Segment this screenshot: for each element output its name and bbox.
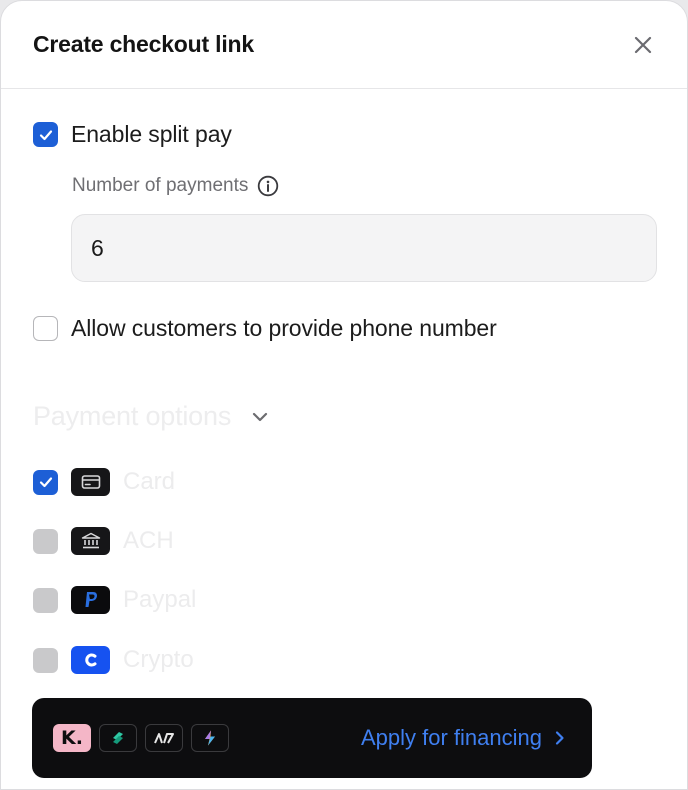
chevron-right-icon xyxy=(554,730,566,746)
payments-count-input[interactable] xyxy=(71,214,657,282)
payments-count-label: Number of payments xyxy=(72,175,249,196)
payment-option-crypto[interactable]: Crypto xyxy=(33,646,194,674)
partner-logo-4 xyxy=(191,724,229,752)
modal-title: Create checkout link xyxy=(33,31,254,57)
apply-financing-label: Apply for financing xyxy=(361,725,542,750)
paypal-checkbox[interactable] xyxy=(33,587,58,613)
split-pay-option[interactable]: Enable split pay xyxy=(33,121,232,148)
close-icon xyxy=(634,36,652,53)
check-icon xyxy=(39,129,52,140)
phone-checkbox[interactable] xyxy=(33,316,58,341)
chevron-down-icon[interactable] xyxy=(251,408,269,426)
partner-logo-3 xyxy=(145,724,183,752)
phone-label: Allow customers to provide phone number xyxy=(71,315,497,341)
payment-option-paypal[interactable]: Paypal xyxy=(33,586,196,614)
paypal-label: Paypal xyxy=(123,586,197,613)
payment-options-title: Payment options xyxy=(33,401,232,431)
checkout-link-modal: Create checkout link Enable split pay Nu… xyxy=(0,0,688,790)
card-checkbox[interactable] xyxy=(33,469,58,495)
modal-header: Create checkout link xyxy=(1,1,687,89)
payment-option-card[interactable]: Card xyxy=(33,468,175,496)
payment-options-header[interactable]: Payment options xyxy=(33,401,269,432)
check-icon xyxy=(39,477,52,488)
financing-banner: K. Apply for financing xyxy=(32,698,592,778)
paypal-icon xyxy=(71,586,110,614)
split-pay-label: Enable split pay xyxy=(71,121,232,147)
card-icon xyxy=(71,468,110,496)
phone-option[interactable]: Allow customers to provide phone number xyxy=(33,315,497,342)
apply-financing-link[interactable]: Apply for financing xyxy=(361,725,566,751)
payment-option-ach[interactable]: ACH xyxy=(33,527,174,555)
klarna-logo: K. xyxy=(53,724,91,752)
ach-label: ACH xyxy=(123,527,174,554)
close-button[interactable] xyxy=(627,29,659,61)
bank-icon xyxy=(71,527,110,555)
ach-checkbox[interactable] xyxy=(33,528,58,554)
crypto-checkbox[interactable] xyxy=(33,647,58,673)
split-pay-checkbox[interactable] xyxy=(33,122,58,147)
info-icon[interactable] xyxy=(257,175,279,197)
crypto-label: Crypto xyxy=(123,646,194,673)
crypto-icon xyxy=(71,646,110,674)
card-label: Card xyxy=(123,468,176,495)
payments-count-label-row: Number of payments xyxy=(72,175,279,197)
partner-logo-2 xyxy=(99,724,137,752)
